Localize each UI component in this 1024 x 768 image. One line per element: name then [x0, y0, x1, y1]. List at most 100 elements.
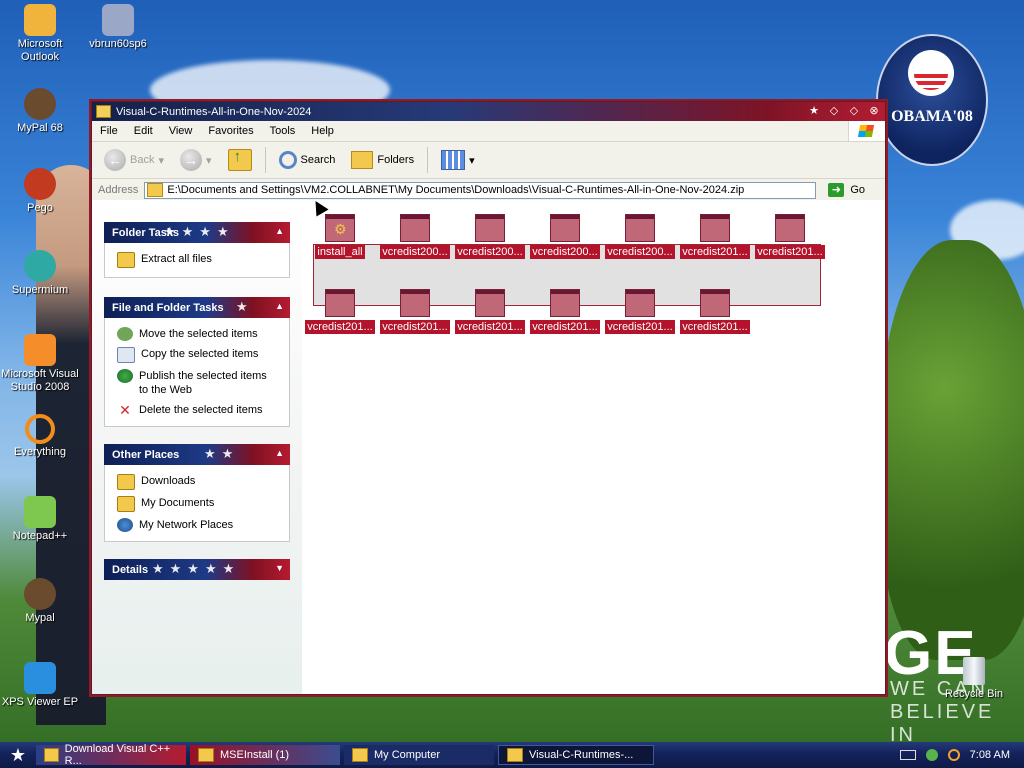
desktop-icon-vbrun[interactable]: vbrun60sp6 — [78, 4, 158, 51]
executable-file-icon — [625, 289, 655, 317]
start-button[interactable]: ★ — [0, 742, 36, 768]
file-item[interactable]: vcredist201... — [754, 214, 826, 262]
toolbar: ← Back ▾ → ▾ Search Folders ▾ — [92, 142, 885, 179]
chevron-up-icon: ▲ — [275, 226, 284, 236]
task-delete-selected[interactable]: ✕ Delete the selected items — [105, 400, 289, 420]
visual-studio-icon — [24, 334, 56, 366]
go-button[interactable]: ➜ Go — [828, 183, 865, 197]
file-item[interactable]: vcredist201... — [679, 214, 751, 262]
desktop-icon-outlook[interactable]: Microsoft Outlook — [0, 4, 80, 64]
menu-view[interactable]: View — [161, 125, 201, 137]
globe-icon — [117, 369, 133, 383]
obama-seal-logo: OBAMA'08 — [876, 34, 988, 166]
address-label: Address — [98, 184, 139, 196]
folder-tasks-header[interactable]: Folder Tasks ★★★★ ▲ — [104, 222, 290, 243]
minimize-button[interactable]: ◇ — [827, 104, 841, 118]
file-folder-tasks-header[interactable]: File and Folder Tasks ★ ▲ — [104, 297, 290, 318]
file-item[interactable]: vcredist201... — [679, 289, 751, 337]
chevron-up-icon: ▲ — [275, 448, 284, 458]
file-list-pane[interactable]: install_all vcredist200... vcredist200..… — [302, 200, 885, 694]
executable-file-icon — [625, 214, 655, 242]
task-pane: Folder Tasks ★★★★ ▲ Extract all files Fi… — [92, 200, 302, 694]
window-titlebar[interactable]: Visual-C-Runtimes-All-in-One-Nov-2024 ★ … — [92, 102, 885, 121]
file-item[interactable]: install_all — [304, 214, 376, 262]
my-documents-icon — [117, 496, 135, 512]
toolbar-separator — [264, 147, 266, 173]
taskbar-item-mseinstall[interactable]: MSEInstall (1) — [190, 745, 340, 765]
keyboard-icon[interactable] — [899, 750, 916, 760]
close-button[interactable]: ⊗ — [867, 104, 881, 118]
clock[interactable]: 7:08 AM — [970, 749, 1010, 761]
move-icon — [117, 327, 133, 341]
seal-text: OBAMA'08 — [891, 108, 973, 125]
chevron-down-icon: ▾ — [469, 154, 475, 167]
place-my-documents[interactable]: My Documents — [105, 493, 289, 515]
maximize-button[interactable]: ◇ — [847, 104, 861, 118]
address-bar: Address E:\Documents and Settings\VM2.CO… — [92, 179, 885, 202]
menu-favorites[interactable]: Favorites — [200, 125, 261, 137]
file-item[interactable]: vcredist200... — [454, 214, 526, 262]
taskbar-item-my-computer[interactable]: My Computer — [344, 745, 494, 765]
executable-file-icon — [550, 289, 580, 317]
details-header[interactable]: Details ★★★★★ ▼ — [104, 559, 290, 580]
executable-file-icon — [475, 289, 505, 317]
forward-button[interactable]: → ▾ — [174, 147, 218, 173]
file-item[interactable]: vcredist200... — [379, 214, 451, 262]
back-button[interactable]: ← Back ▾ — [98, 147, 170, 173]
other-places-header[interactable]: Other Places ★★ ▲ — [104, 444, 290, 465]
place-my-network-places[interactable]: My Network Places — [105, 515, 289, 535]
folder-tasks-panel: Folder Tasks ★★★★ ▲ Extract all files — [104, 222, 290, 278]
task-publish-web[interactable]: Publish the selected items to the Web — [105, 366, 289, 400]
system-tray: 7:08 AM — [899, 742, 1024, 768]
desktop-icon-pego[interactable]: Pego — [0, 168, 80, 215]
desktop-icon-everything[interactable]: Everything — [0, 414, 80, 459]
taskbar-item-visual-c-runtimes[interactable]: Visual-C-Runtimes-... — [498, 745, 654, 765]
stars-decoration: ★★★★★ — [152, 561, 241, 576]
zip-folder-icon — [507, 748, 523, 762]
task-move-selected[interactable]: Move the selected items — [105, 324, 289, 344]
file-item[interactable]: vcredist201... — [529, 289, 601, 337]
desktop-icon-visual-studio[interactable]: Microsoft Visual Studio 2008 — [0, 334, 80, 394]
task-extract-all[interactable]: Extract all files — [105, 249, 289, 271]
folders-button[interactable]: Folders — [345, 149, 420, 171]
file-item[interactable]: vcredist201... — [304, 289, 376, 337]
executable-file-icon — [700, 214, 730, 242]
installer-file-icon — [325, 214, 355, 242]
desktop-icon-mypal68[interactable]: MyPal 68 — [0, 88, 80, 135]
file-item[interactable]: vcredist201... — [379, 289, 451, 337]
everything-icon — [25, 414, 55, 444]
details-panel: Details ★★★★★ ▼ — [104, 559, 290, 580]
star-icon[interactable]: ★ — [807, 104, 821, 118]
file-item[interactable]: vcredist200... — [604, 214, 676, 262]
extract-icon — [117, 252, 135, 268]
menu-edit[interactable]: Edit — [126, 125, 161, 137]
search-tray-icon[interactable] — [947, 749, 960, 761]
menu-file[interactable]: File — [92, 125, 126, 137]
raccoon-icon — [24, 578, 56, 610]
zip-folder-icon — [147, 183, 164, 197]
file-item[interactable]: vcredist201... — [454, 289, 526, 337]
chevron-down-icon: ▾ — [158, 154, 164, 167]
menu-tools[interactable]: Tools — [262, 125, 304, 137]
pego-icon — [24, 168, 56, 200]
taskbar-item-download[interactable]: Download Visual C++ R... — [36, 743, 186, 767]
file-item[interactable]: vcredist201... — [604, 289, 676, 337]
desktop-icon-supermium[interactable]: Supermium — [0, 250, 80, 297]
up-folder-button[interactable] — [222, 147, 258, 173]
stars-decoration: ★★ — [204, 446, 240, 461]
address-input[interactable]: E:\Documents and Settings\VM2.COLLABNET\… — [144, 181, 817, 199]
desktop-icon-recycle-bin[interactable]: Recycle Bin — [944, 657, 1004, 700]
file-item[interactable]: vcredist200... — [529, 214, 601, 262]
search-button[interactable]: Search — [273, 149, 342, 171]
task-copy-selected[interactable]: Copy the selected items — [105, 344, 289, 366]
folder-icon — [44, 748, 59, 762]
views-button[interactable]: ▾ — [435, 148, 481, 172]
desktop-icon-mypal[interactable]: Mypal — [0, 578, 80, 625]
place-downloads[interactable]: Downloads — [105, 471, 289, 493]
desktop-icon-xps-viewer[interactable]: XPS Viewer EP — [0, 662, 80, 709]
menu-help[interactable]: Help — [303, 125, 342, 137]
network-tray-icon[interactable] — [925, 749, 938, 761]
notepad-plus-plus-icon — [24, 496, 56, 528]
desktop-icon-notepadpp[interactable]: Notepad++ — [0, 496, 80, 543]
recycle-bin-icon — [963, 657, 985, 685]
